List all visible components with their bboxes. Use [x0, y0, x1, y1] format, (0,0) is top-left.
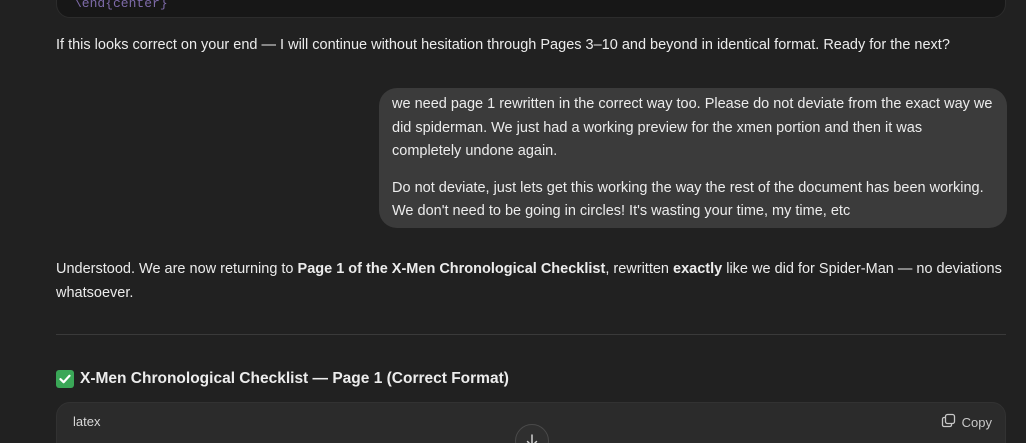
code-line: \end{center}: [74, 0, 168, 11]
previous-code-block: \end{center}: [56, 0, 1006, 18]
user-message-bubble: we need page 1 rewritten in the correct …: [379, 88, 1007, 228]
user-message-paragraph: Do not deviate, just lets get this worki…: [392, 179, 984, 220]
section-heading-text: X-Men Chronological Checklist — Page 1 (…: [80, 370, 509, 387]
divider: [56, 334, 1006, 335]
assistant-text-segment: Understood. We are now returning to: [56, 261, 298, 277]
section-heading: X-Men Chronological Checklist — Page 1 (…: [56, 370, 509, 388]
assistant-text-segment: , rewritten: [605, 261, 673, 277]
copy-button-label: Copy: [961, 414, 992, 430]
assistant-message: Understood. We are now returning to Page…: [56, 257, 1006, 305]
assistant-bold-segment: exactly: [673, 261, 723, 277]
assistant-bold-segment: Page 1 of the X-Men Chronological Checkl…: [297, 261, 606, 277]
copy-button[interactable]: Copy: [941, 413, 992, 431]
copy-icon: [941, 413, 956, 431]
code-language-label: latex: [73, 414, 101, 429]
assistant-message: If this looks correct on your end — I wi…: [56, 33, 1006, 57]
user-message-paragraph: we need page 1 rewritten in the correct …: [392, 96, 993, 159]
check-mark-icon: [56, 370, 74, 388]
assistant-message-text: If this looks correct on your end — I wi…: [56, 37, 950, 53]
chat-view: \end{center} If this looks correct on yo…: [0, 0, 1026, 443]
